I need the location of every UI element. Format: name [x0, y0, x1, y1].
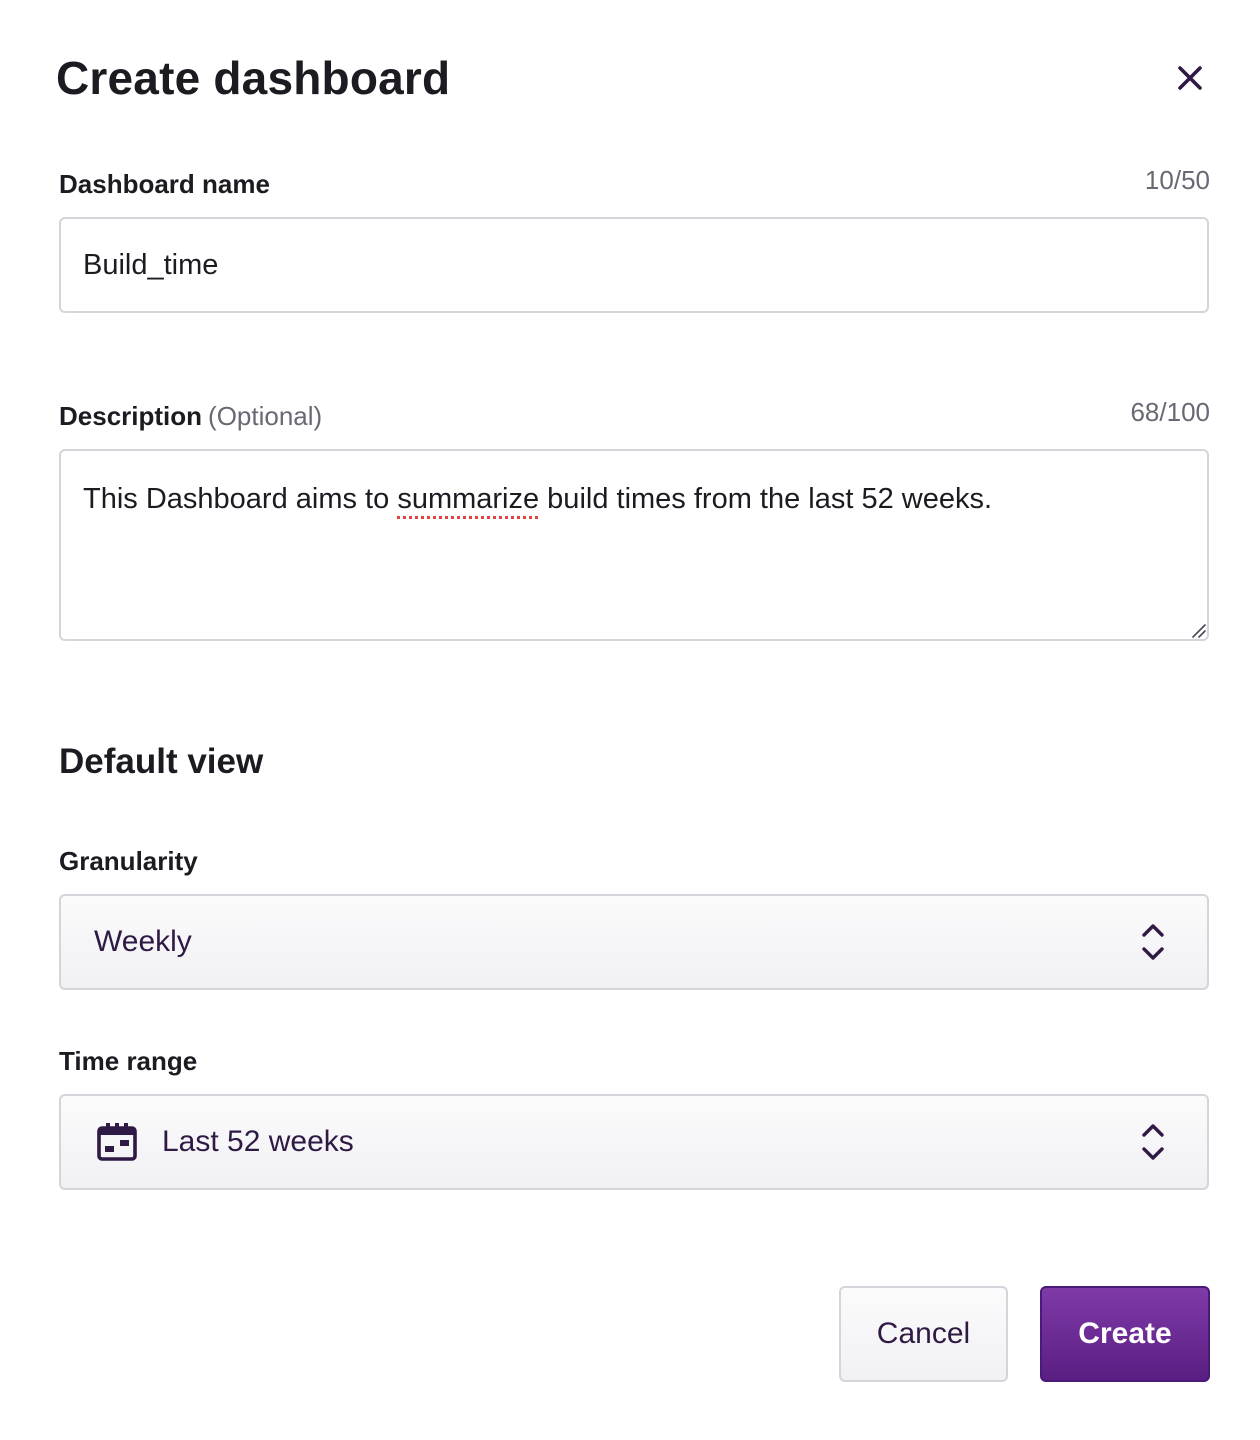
granularity-label: Granularity — [59, 846, 198, 876]
calendar-icon — [97, 1123, 137, 1161]
misspelled-word: summarize — [397, 483, 540, 515]
close-icon — [1178, 66, 1202, 90]
dashboard-name-value: Build_time — [83, 249, 219, 281]
dialog-title: Create dashboard — [56, 52, 451, 104]
dashboard-name-label: Dashboard name — [59, 169, 270, 199]
dashboard-name-counter: 10/50 — [1144, 165, 1210, 195]
close-button[interactable] — [1168, 56, 1212, 100]
default-view-heading: Default view — [59, 742, 264, 781]
description-value: This Dashboard aims to summarize build t… — [83, 483, 992, 515]
create-dashboard-dialog: Create dashboard Dashboard name 10/50 Bu… — [0, 0, 1260, 1440]
granularity-value: Weekly — [94, 925, 192, 958]
create-button[interactable]: Create — [1040, 1286, 1210, 1382]
resize-grip-icon[interactable] — [1190, 622, 1206, 638]
description-value-start: This Dashboard aims to — [83, 483, 398, 515]
time-range-label: Time range — [59, 1046, 198, 1076]
chevron-up-down-icon — [1142, 1124, 1164, 1160]
description-label-text: Description — [59, 401, 203, 431]
description-textarea[interactable]: This Dashboard aims to summarize build t… — [59, 449, 1209, 641]
description-value-end: build times from the last 52 weeks. — [539, 483, 993, 515]
granularity-select[interactable]: Weekly — [59, 894, 1209, 990]
dashboard-name-input[interactable]: Build_time — [59, 217, 1209, 313]
chevron-up-down-icon — [1142, 924, 1164, 960]
optional-hint: (Optional) — [208, 401, 323, 431]
time-range-select[interactable]: Last 52 weeks — [59, 1094, 1209, 1190]
description-counter: 68/100 — [1130, 397, 1210, 427]
time-range-value: Last 52 weeks — [162, 1125, 354, 1158]
cancel-button[interactable]: Cancel — [839, 1286, 1008, 1382]
description-label: Description (Optional) — [59, 400, 322, 432]
